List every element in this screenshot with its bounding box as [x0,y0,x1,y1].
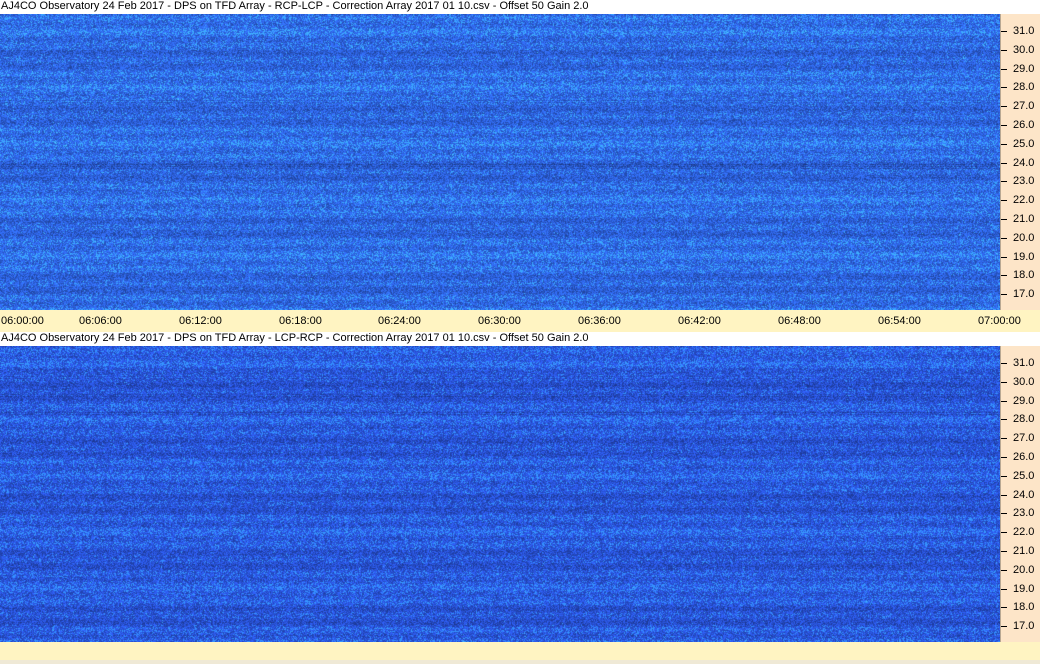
time-label: 06:06:00 [79,315,122,327]
top-spectrogram [0,14,1000,310]
frequency-label: 21.0 [1013,545,1035,557]
frequency-label: 17.0 [1013,620,1035,632]
frequency-label: 27.0 [1013,432,1035,444]
frequency-label: 28.0 [1013,81,1035,93]
frequency-tick [1001,219,1007,220]
frequency-tick [1001,607,1007,608]
frequency-label: 18.0 [1013,601,1035,613]
bottom-spectrogram [0,346,1000,642]
frequency-label: 19.0 [1013,583,1035,595]
frequency-tick [1001,626,1007,627]
frequency-tick [1001,476,1007,477]
frequency-label: 26.0 [1013,451,1035,463]
bottom-spectrogram-canvas [0,346,1000,642]
frequency-tick [1001,238,1007,239]
frequency-label: 22.0 [1013,194,1035,206]
bottom-frequency-axis: 31.0 30.0 29.0 28.0 27.0 26.0 25.0 24.0 23.0 22.0… [1000,346,1040,642]
frequency-label: 24.0 [1013,489,1035,501]
frequency-tick [1001,532,1007,533]
time-label: 06:36:00 [578,315,621,327]
frequency-label: 26.0 [1013,119,1035,131]
frequency-tick [1001,125,1007,126]
frequency-label: 27.0 [1013,100,1035,112]
frequency-label: 25.0 [1013,138,1035,150]
bottom-panel-title: AJ4CO Observatory 24 Feb 2017 - DPS on T… [0,332,1040,346]
top-frequency-axis: 31.0 30.0 29.0 28.0 27.0 26.0 25.0 24.0 23.0 22.0… [1000,14,1040,310]
frequency-label: 30.0 [1013,376,1035,388]
frequency-label: 19.0 [1013,251,1035,263]
frequency-label: 28.0 [1013,413,1035,425]
frequency-tick [1001,551,1007,552]
time-label: 06:12:00 [179,315,222,327]
frequency-label: 17.0 [1013,288,1035,300]
top-spectrogram-canvas [0,14,1000,310]
frequency-tick [1001,257,1007,258]
time-label: 06:42:00 [678,315,721,327]
frequency-tick [1001,275,1007,276]
frequency-label: 29.0 [1013,395,1035,407]
frequency-label: 22.0 [1013,526,1035,538]
bottom-status-band [0,642,1040,664]
time-label: 06:30:00 [478,315,521,327]
time-label: 07:00:00 [978,315,1021,327]
frequency-tick [1001,200,1007,201]
frequency-tick [1001,419,1007,420]
frequency-tick [1001,31,1007,32]
time-axis: 06:00:00 06:06:00 06:12:00 06:18:00 06:24:00… [0,310,1040,332]
frequency-tick [1001,513,1007,514]
frequency-tick [1001,163,1007,164]
spectrograph-window: AJ4CO Observatory 24 Feb 2017 - DPS on T… [0,0,1040,664]
frequency-label: 31.0 [1013,357,1035,369]
frequency-label: 24.0 [1013,157,1035,169]
frequency-label: 21.0 [1013,213,1035,225]
frequency-label: 23.0 [1013,507,1035,519]
frequency-label: 25.0 [1013,470,1035,482]
time-label: 06:48:00 [778,315,821,327]
frequency-tick [1001,87,1007,88]
time-label: 06:54:00 [878,315,921,327]
frequency-label: 20.0 [1013,232,1035,244]
frequency-tick [1001,401,1007,402]
time-label: 06:00:00 [1,315,44,327]
frequency-tick [1001,50,1007,51]
frequency-label: 18.0 [1013,269,1035,281]
frequency-tick [1001,294,1007,295]
time-label: 06:18:00 [279,315,322,327]
frequency-tick [1001,363,1007,364]
frequency-tick [1001,589,1007,590]
frequency-tick [1001,495,1007,496]
frequency-tick [1001,382,1007,383]
frequency-label: 20.0 [1013,564,1035,576]
frequency-label: 23.0 [1013,175,1035,187]
frequency-tick [1001,106,1007,107]
frequency-label: 30.0 [1013,44,1035,56]
top-panel-title: AJ4CO Observatory 24 Feb 2017 - DPS on T… [0,0,1040,14]
frequency-tick [1001,181,1007,182]
frequency-tick [1001,570,1007,571]
frequency-label: 29.0 [1013,63,1035,75]
frequency-label: 31.0 [1013,25,1035,37]
frequency-tick [1001,69,1007,70]
time-label: 06:24:00 [378,315,421,327]
frequency-tick [1001,438,1007,439]
frequency-tick [1001,144,1007,145]
frequency-tick [1001,457,1007,458]
